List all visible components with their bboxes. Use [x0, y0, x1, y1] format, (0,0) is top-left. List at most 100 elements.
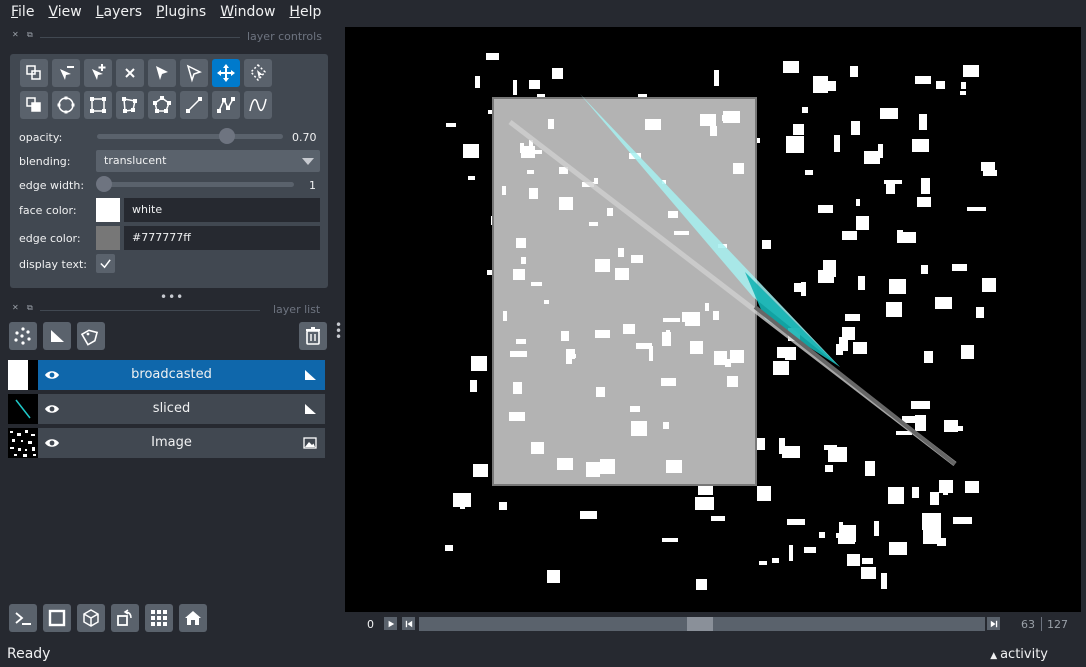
square-icon [48, 609, 66, 627]
menu-window[interactable]: Window [213, 0, 282, 24]
image-speckle [823, 260, 836, 277]
delete-layer-button[interactable] [299, 322, 327, 350]
ellipse-icon[interactable] [52, 91, 80, 119]
image-speckle [557, 458, 573, 470]
image-speckle [851, 121, 860, 135]
rectangle-icon[interactable] [84, 91, 112, 119]
dims-slider[interactable] [419, 617, 985, 631]
float-dock-icon[interactable]: ⧉ [27, 31, 35, 39]
delete-vertex-icon[interactable] [52, 59, 80, 87]
blending-value: translucent [104, 154, 167, 167]
blending-select[interactable]: translucent [96, 150, 320, 172]
activity-label: activity [1000, 647, 1048, 662]
path-icon[interactable] [212, 91, 240, 119]
transform-icon[interactable] [244, 59, 272, 87]
edge-width-slider-handle[interactable] [96, 176, 112, 192]
new-shapes-layer-button[interactable] [43, 322, 71, 350]
image-speckle [631, 421, 647, 436]
float-dock-icon[interactable]: ⧉ [27, 304, 35, 312]
image-speckle [502, 186, 506, 195]
image-speckle [963, 65, 979, 77]
display-text-checkbox[interactable] [96, 254, 115, 273]
layer-thumbnail [8, 428, 38, 458]
grid-view-button[interactable] [145, 604, 173, 632]
image-speckle [856, 199, 860, 206]
image-speckle [705, 303, 709, 311]
face-color-swatch[interactable] [96, 198, 120, 222]
transpose-button[interactable] [111, 604, 139, 632]
image-speckle [965, 481, 979, 493]
add-vertex-icon[interactable] [84, 59, 112, 87]
image-speckle [473, 464, 488, 477]
image-speckle [924, 351, 933, 363]
shape-move-front-icon[interactable] [20, 91, 48, 119]
more-options-icon[interactable]: • • • [335, 319, 342, 343]
image-speckle [711, 516, 725, 521]
layer-row-broadcasted[interactable]: broadcasted [8, 360, 325, 390]
opacity-slider-handle[interactable] [219, 128, 236, 144]
image-speckle [762, 240, 771, 249]
lasso-icon[interactable] [148, 91, 176, 119]
face-color-input[interactable]: white [124, 198, 320, 222]
layer-name[interactable]: broadcasted [58, 360, 285, 390]
step-back-button[interactable] [402, 617, 415, 630]
menu-view[interactable]: View [41, 0, 88, 24]
select-vertex-icon[interactable] [180, 59, 208, 87]
close-dock-icon[interactable]: ✕ [12, 304, 20, 312]
image-speckle [961, 345, 974, 359]
console-button[interactable] [9, 604, 37, 632]
menu-layers[interactable]: Layers [89, 0, 149, 24]
image-speckle [527, 170, 534, 174]
step-forward-button[interactable] [987, 617, 1000, 630]
grid-icon [151, 610, 167, 626]
image-speckle [960, 91, 966, 95]
image-speckle [880, 108, 898, 119]
close-dock-icon[interactable]: ✕ [12, 31, 20, 39]
edge-width-slider[interactable] [97, 182, 294, 187]
layer-row-image[interactable]: Image [8, 428, 325, 458]
menu-plugins[interactable]: Plugins [149, 0, 213, 24]
image-speckle [690, 341, 703, 354]
shape-move-back-icon[interactable] [20, 59, 48, 87]
pan-zoom-icon[interactable] [212, 59, 240, 87]
image-speckle [630, 406, 640, 412]
image-speckle [618, 248, 624, 257]
play-button[interactable] [384, 617, 397, 630]
dims-value[interactable]: 63 [1021, 618, 1035, 631]
delete-shape-icon[interactable] [116, 59, 144, 87]
edge-color-input[interactable]: #777777ff [124, 226, 320, 250]
image-speckle [513, 382, 522, 394]
chevron-up-icon: ▲ [990, 651, 1001, 661]
image-speckle [713, 311, 719, 320]
line-icon[interactable] [180, 91, 208, 119]
polyline-icon[interactable] [244, 91, 272, 119]
header-separator [40, 37, 240, 38]
menu-help[interactable]: Help [282, 0, 328, 24]
edge-color-swatch[interactable] [96, 226, 120, 250]
dims-slider-handle[interactable] [687, 617, 713, 631]
image-speckle [503, 311, 507, 321]
image-speckle [935, 297, 952, 309]
opacity-slider[interactable] [97, 134, 283, 139]
new-labels-layer-button[interactable] [77, 322, 105, 350]
layer-row-sliced[interactable]: sliced [8, 394, 325, 424]
ndisplay-button[interactable] [43, 604, 71, 632]
trash-icon [306, 327, 320, 345]
image-speckle [930, 492, 939, 505]
image-speckle [695, 497, 714, 510]
activity-button[interactable]: ▲ activity [990, 645, 1048, 666]
polygon-icon[interactable] [116, 91, 144, 119]
home-button[interactable] [179, 604, 207, 632]
layer-name[interactable]: Image [58, 428, 285, 458]
checkmark-icon [100, 259, 111, 269]
menu-file[interactable]: File [4, 0, 41, 24]
image-speckle [789, 545, 793, 561]
new-points-layer-button[interactable] [9, 322, 37, 350]
viewer-canvas[interactable] [345, 27, 1081, 612]
splitter-handle[interactable]: ••• [160, 290, 184, 304]
layer-name[interactable]: sliced [58, 394, 285, 424]
roll-dims-button[interactable] [77, 604, 105, 632]
select-shape-icon[interactable] [148, 59, 176, 87]
image-speckle [722, 115, 738, 121]
image-speckle [779, 438, 785, 454]
